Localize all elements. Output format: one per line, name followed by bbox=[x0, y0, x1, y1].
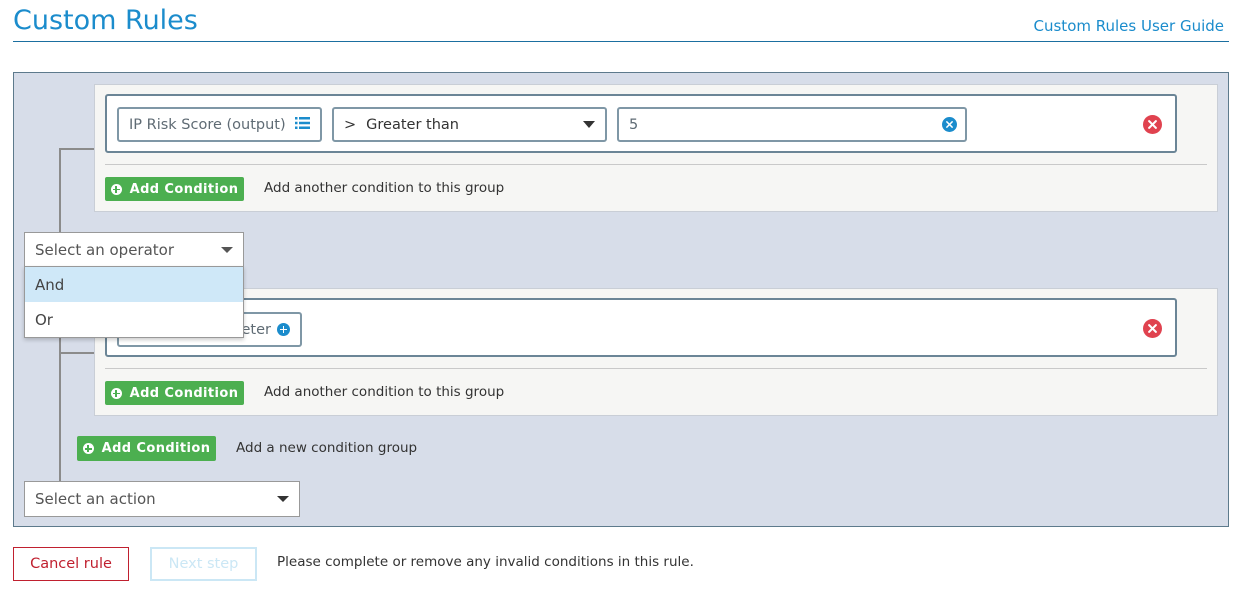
operator-dropdown-placeholder: Select an operator bbox=[35, 240, 175, 259]
tree-line-top bbox=[59, 148, 61, 234]
tree-branch-group2 bbox=[59, 352, 95, 354]
tree-branch-group1 bbox=[59, 148, 95, 150]
clear-value-icon[interactable] bbox=[942, 117, 957, 132]
title-divider bbox=[13, 41, 1229, 42]
chevron-down-icon bbox=[277, 496, 289, 502]
group-1-separator bbox=[105, 164, 1207, 165]
chevron-down-icon bbox=[221, 246, 233, 253]
page-title: Custom Rules bbox=[13, 5, 198, 36]
operator-label: Greater than bbox=[366, 116, 459, 133]
add-condition-label: Add Condition bbox=[101, 441, 211, 456]
plus-circle-icon bbox=[82, 443, 94, 454]
remove-condition-icon[interactable] bbox=[1143, 319, 1162, 338]
operator-select[interactable]: > Greater than bbox=[332, 107, 607, 142]
action-select-placeholder: Select an action bbox=[35, 490, 156, 508]
add-condition-button-group2[interactable]: Add Condition bbox=[105, 381, 244, 405]
add-group-hint: Add a new condition group bbox=[236, 440, 418, 456]
field-select[interactable]: IP Risk Score (output) bbox=[117, 107, 322, 142]
list-icon bbox=[295, 116, 310, 133]
add-parameter-icon bbox=[277, 323, 290, 336]
plus-circle-icon bbox=[110, 387, 122, 399]
validation-message: Please complete or remove any invalid co… bbox=[277, 554, 694, 570]
value-input[interactable]: 5 bbox=[617, 107, 967, 142]
field-select-label: IP Risk Score (output) bbox=[129, 116, 286, 133]
add-condition-button-group1[interactable]: Add Condition bbox=[105, 177, 244, 201]
cancel-rule-button[interactable]: Cancel rule bbox=[13, 547, 129, 581]
chevron-down-icon bbox=[583, 121, 595, 128]
value-text: 5 bbox=[629, 116, 639, 133]
add-condition-label: Add Condition bbox=[129, 385, 239, 401]
plus-circle-icon bbox=[110, 183, 122, 195]
next-step-button[interactable]: Next step bbox=[150, 547, 257, 581]
add-condition-hint: Add another condition to this group bbox=[264, 384, 505, 400]
operator-dropdown-menu: And Or bbox=[24, 266, 244, 338]
add-condition-hint: Add another condition to this group bbox=[264, 180, 505, 196]
tree-line-bottom bbox=[59, 336, 61, 482]
operator-symbol: > bbox=[344, 116, 357, 133]
user-guide-link[interactable]: Custom Rules User Guide bbox=[1034, 17, 1224, 35]
add-condition-label: Add Condition bbox=[129, 181, 239, 197]
operator-option-or[interactable]: Or bbox=[25, 302, 243, 337]
group-2-separator bbox=[105, 368, 1207, 369]
operator-dropdown[interactable]: Select an operator bbox=[24, 232, 244, 267]
operator-option-and[interactable]: And bbox=[25, 267, 243, 302]
add-condition-group-button[interactable]: Add Condition bbox=[77, 436, 216, 461]
remove-condition-icon[interactable] bbox=[1143, 115, 1162, 134]
action-select[interactable]: Select an action bbox=[24, 481, 300, 517]
